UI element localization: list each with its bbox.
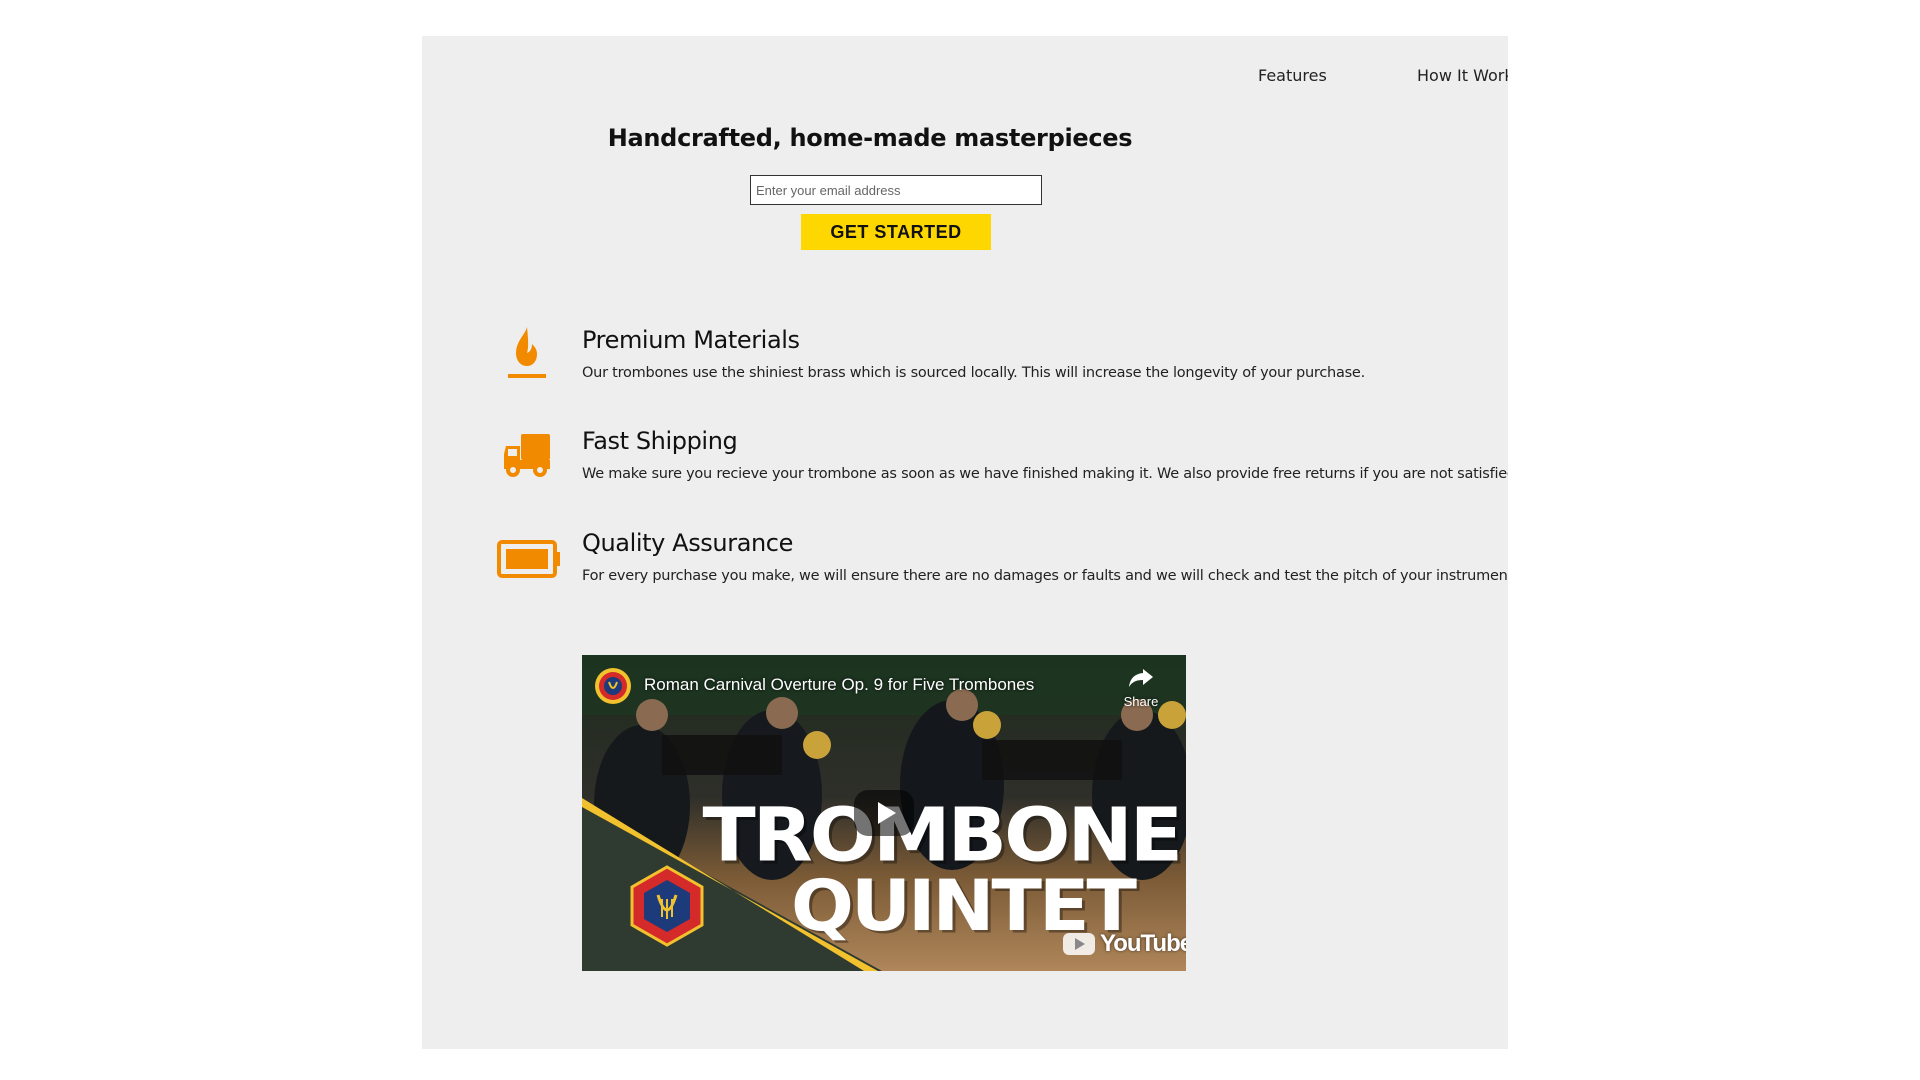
nav-link-features[interactable]: Features <box>1258 65 1327 87</box>
youtube-wordmark: YouTube <box>1100 930 1186 957</box>
play-icon <box>854 790 914 836</box>
top-nav: Features How It Work <box>422 65 1508 95</box>
battery-icon <box>496 532 562 588</box>
video-title[interactable]: Roman Carnival Overture Op. 9 for Five T… <box>644 675 1034 695</box>
email-input[interactable] <box>750 175 1042 205</box>
youtube-play-icon <box>1063 933 1095 955</box>
share-icon <box>1129 669 1153 687</box>
share-button[interactable]: Share <box>1116 667 1166 715</box>
truck-icon <box>494 428 560 484</box>
landing-page: Features How It Work Handcrafted, home-m… <box>422 36 1508 1049</box>
share-label: Share <box>1123 694 1159 709</box>
youtube-logo[interactable]: YouTube <box>1062 929 1186 959</box>
hero-title: Handcrafted, home-made masterpieces <box>607 124 1133 152</box>
feature-description: Our trombones use the shiniest brass whi… <box>582 365 1365 381</box>
feature-description: We make sure you recieve your trombone a… <box>582 466 1508 482</box>
feature-title: Fast Shipping <box>582 427 738 455</box>
video-embed[interactable]: Roman Carnival Overture Op. 9 for Five T… <box>582 655 1186 971</box>
play-button[interactable] <box>852 788 916 838</box>
get-started-button[interactable]: GET STARTED <box>801 214 991 250</box>
feature-title: Quality Assurance <box>582 529 793 557</box>
nav-link-how-it-works[interactable]: How It Work <box>1417 65 1508 87</box>
feature-description: For every purchase you make, we will ens… <box>582 568 1508 584</box>
channel-avatar[interactable] <box>594 667 632 705</box>
feature-title: Premium Materials <box>582 326 800 354</box>
fire-icon <box>494 325 560 381</box>
